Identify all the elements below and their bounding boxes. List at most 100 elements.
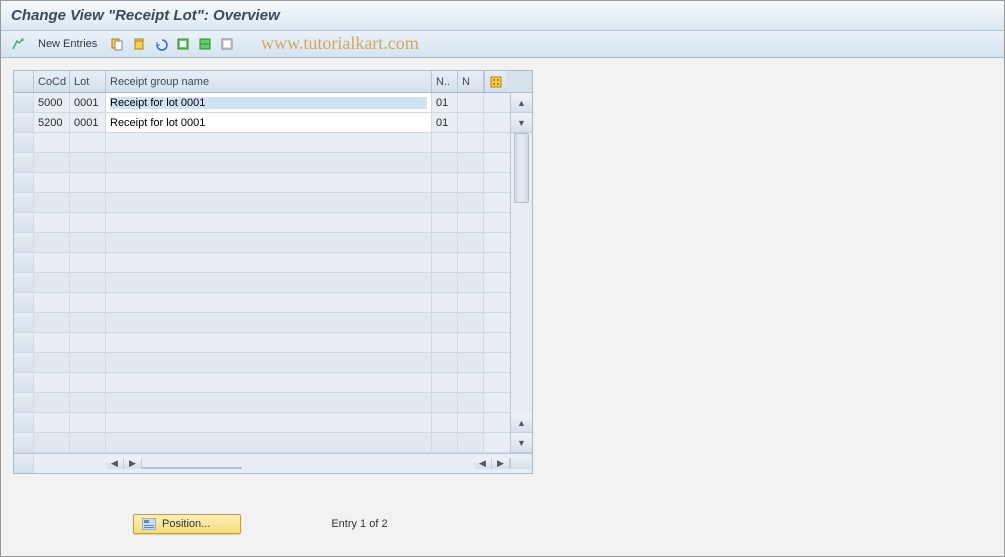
delete-icon[interactable] [130, 35, 148, 53]
cell-lot[interactable] [70, 373, 106, 392]
cell-group-name[interactable] [106, 233, 432, 252]
position-button[interactable]: Position... [133, 514, 241, 534]
row-selector[interactable] [14, 393, 34, 412]
row-selector[interactable] [14, 333, 34, 352]
cell-lot[interactable] [70, 393, 106, 412]
cell-cocd[interactable] [34, 273, 70, 292]
cell-n1[interactable] [432, 413, 458, 432]
row-selector[interactable] [14, 113, 34, 132]
group-name-input[interactable] [110, 117, 427, 129]
row-selector[interactable] [14, 93, 34, 112]
copy-as-icon[interactable] [108, 35, 126, 53]
cell-group-name[interactable] [106, 133, 432, 152]
header-n2[interactable]: N [458, 71, 484, 92]
cell-n2[interactable] [458, 93, 484, 112]
cell-group-name[interactable] [106, 293, 432, 312]
cell-n1[interactable] [432, 273, 458, 292]
hscroll-right2-icon[interactable]: ▶ [492, 458, 510, 469]
row-selector[interactable] [14, 313, 34, 332]
row-selector[interactable] [14, 413, 34, 432]
cell-n1[interactable] [432, 433, 458, 452]
row-selector[interactable] [14, 233, 34, 252]
cell-n2[interactable] [458, 273, 484, 292]
cell-n2[interactable] [458, 193, 484, 212]
cell-cocd[interactable]: 5000 [34, 93, 70, 112]
cell-n2[interactable] [458, 153, 484, 172]
scroll-down-icon-2[interactable]: ▼ [511, 433, 532, 453]
cell-lot[interactable] [70, 253, 106, 272]
cell-lot[interactable] [70, 173, 106, 192]
cell-lot[interactable] [70, 193, 106, 212]
cell-cocd[interactable] [34, 413, 70, 432]
undo-change-icon[interactable] [152, 35, 170, 53]
cell-lot[interactable] [70, 153, 106, 172]
cell-n2[interactable] [458, 353, 484, 372]
vscroll-thumb[interactable] [514, 133, 529, 203]
header-n1[interactable]: N.. [432, 71, 458, 92]
cell-lot[interactable] [70, 433, 106, 452]
hscroll-right-icon[interactable]: ◀ [474, 458, 492, 469]
cell-lot[interactable] [70, 133, 106, 152]
cell-cocd[interactable] [34, 353, 70, 372]
row-selector[interactable] [14, 153, 34, 172]
cell-n1[interactable] [432, 133, 458, 152]
scroll-down-icon[interactable]: ▲ [511, 413, 532, 433]
cell-n2[interactable] [458, 133, 484, 152]
cell-group-name[interactable] [106, 313, 432, 332]
cell-cocd[interactable]: 5200 [34, 113, 70, 132]
cell-group-name[interactable] [106, 93, 432, 112]
cell-lot[interactable] [70, 273, 106, 292]
cell-group-name[interactable] [106, 173, 432, 192]
cell-n1[interactable] [432, 373, 458, 392]
cell-group-name[interactable] [106, 273, 432, 292]
cell-n1[interactable] [432, 173, 458, 192]
cell-lot[interactable]: 0001 [70, 113, 106, 132]
scroll-up-icon[interactable]: ▲ [511, 93, 532, 113]
header-cocd[interactable]: CoCd [34, 71, 70, 92]
cell-n2[interactable] [458, 433, 484, 452]
cell-cocd[interactable] [34, 253, 70, 272]
cell-n1[interactable] [432, 353, 458, 372]
select-block-icon[interactable] [196, 35, 214, 53]
row-selector[interactable] [14, 173, 34, 192]
cell-n2[interactable] [458, 393, 484, 412]
cell-n2[interactable] [458, 253, 484, 272]
row-selector[interactable] [14, 433, 34, 452]
cell-n2[interactable] [458, 233, 484, 252]
cell-lot[interactable] [70, 333, 106, 352]
cell-cocd[interactable] [34, 133, 70, 152]
cell-group-name[interactable] [106, 253, 432, 272]
select-all-icon[interactable] [174, 35, 192, 53]
cell-cocd[interactable] [34, 233, 70, 252]
cell-cocd[interactable] [34, 433, 70, 452]
cell-n1[interactable] [432, 153, 458, 172]
cell-n1[interactable]: 01 [432, 93, 458, 112]
row-selector[interactable] [14, 193, 34, 212]
cell-n2[interactable] [458, 293, 484, 312]
cell-group-name[interactable] [106, 413, 432, 432]
cell-n1[interactable]: 01 [432, 113, 458, 132]
header-selector-col[interactable] [14, 71, 34, 92]
cell-cocd[interactable] [34, 293, 70, 312]
cell-group-name[interactable] [106, 433, 432, 452]
vertical-scrollbar[interactable]: ▲ ▼ ▲ ▼ [510, 93, 532, 453]
cell-n2[interactable] [458, 313, 484, 332]
cell-lot[interactable] [70, 213, 106, 232]
cell-cocd[interactable] [34, 313, 70, 332]
cell-n2[interactable] [458, 213, 484, 232]
header-lot[interactable]: Lot [70, 71, 106, 92]
cell-n1[interactable] [432, 253, 458, 272]
cell-n1[interactable] [432, 193, 458, 212]
cell-group-name[interactable] [106, 353, 432, 372]
row-selector[interactable] [14, 373, 34, 392]
cell-group-name[interactable] [106, 373, 432, 392]
cell-cocd[interactable] [34, 173, 70, 192]
cell-n2[interactable] [458, 373, 484, 392]
cell-cocd[interactable] [34, 393, 70, 412]
cell-lot[interactable] [70, 413, 106, 432]
cell-group-name[interactable] [106, 193, 432, 212]
grid-settings-icon[interactable] [484, 71, 506, 92]
header-group-name[interactable]: Receipt group name [106, 71, 432, 92]
cell-lot[interactable] [70, 293, 106, 312]
toggle-display-icon[interactable] [9, 35, 27, 53]
